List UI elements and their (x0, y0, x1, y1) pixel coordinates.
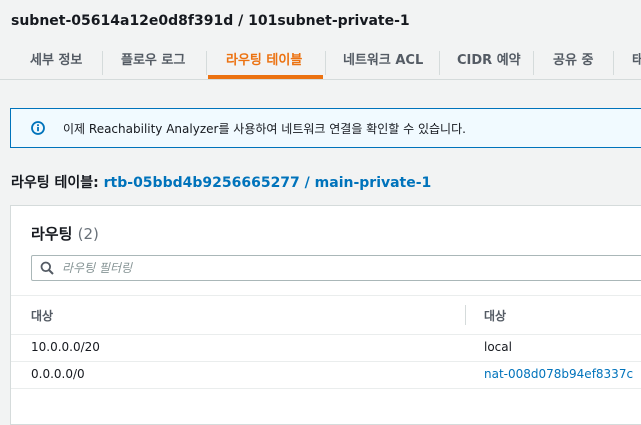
tab-divider (533, 51, 534, 75)
column-header-destination[interactable]: 대상 (31, 307, 53, 324)
tab-divider (206, 51, 207, 75)
routes-title-text: 라우팅 (31, 225, 73, 243)
routes-panel: 라우팅 (2) 대상 대상 10.0.0.0/20 local 0.0.0.0/… (10, 205, 641, 425)
info-icon (31, 121, 45, 135)
table-header: 대상 대상 (11, 295, 641, 335)
tab-cidr-reservations[interactable]: CIDR 예약 (457, 42, 521, 80)
route-table-link[interactable]: rtb-05bbd4b9256665277 / main-private-1 (104, 175, 432, 191)
route-target-link[interactable]: nat-008d078b94ef8337c (484, 367, 633, 381)
routes-title: 라우팅 (2) (31, 223, 99, 244)
tab-divider (102, 51, 103, 75)
route-destination: 0.0.0.0/0 (31, 367, 85, 381)
routes-count: (2) (77, 225, 99, 243)
tab-sharing[interactable]: 공유 중 (553, 42, 593, 80)
route-table-heading: 라우팅 테이블: rtb-05bbd4b9256665277 / main-pr… (11, 172, 431, 192)
tab-network-acl[interactable]: 네트워크 ACL (343, 42, 423, 80)
page-title: subnet-05614a12e0d8f391d / 101subnet-pri… (11, 13, 410, 29)
column-header-target[interactable]: 대상 (484, 307, 506, 324)
column-resizer[interactable] (465, 305, 466, 325)
table-row: 0.0.0.0/0 nat-008d078b94ef8337c (11, 362, 641, 389)
route-destination: 10.0.0.0/20 (31, 340, 100, 354)
table-row: 10.0.0.0/20 local (11, 335, 641, 362)
tabs-divider (0, 79, 641, 80)
alert-message: 이제 Reachability Analyzer를 사용하여 네트워크 연결을 … (63, 122, 466, 136)
tab-divider (325, 51, 326, 75)
route-filter[interactable] (31, 255, 641, 281)
route-filter-input[interactable] (62, 258, 622, 278)
info-alert: 이제 Reachability Analyzer를 사용하여 네트워크 연결을 … (10, 108, 641, 148)
route-target: local (484, 340, 512, 354)
route-table-label: 라우팅 테이블: (11, 175, 99, 191)
tab-divider (613, 51, 614, 75)
tab-divider (439, 51, 440, 75)
tab-details[interactable]: 세부 정보 (30, 42, 82, 80)
tab-tags[interactable]: 태 (632, 42, 641, 80)
search-icon (40, 261, 54, 275)
page-header: subnet-05614a12e0d8f391d / 101subnet-pri… (0, 0, 641, 42)
tab-flow-logs[interactable]: 플로우 로그 (121, 42, 185, 80)
